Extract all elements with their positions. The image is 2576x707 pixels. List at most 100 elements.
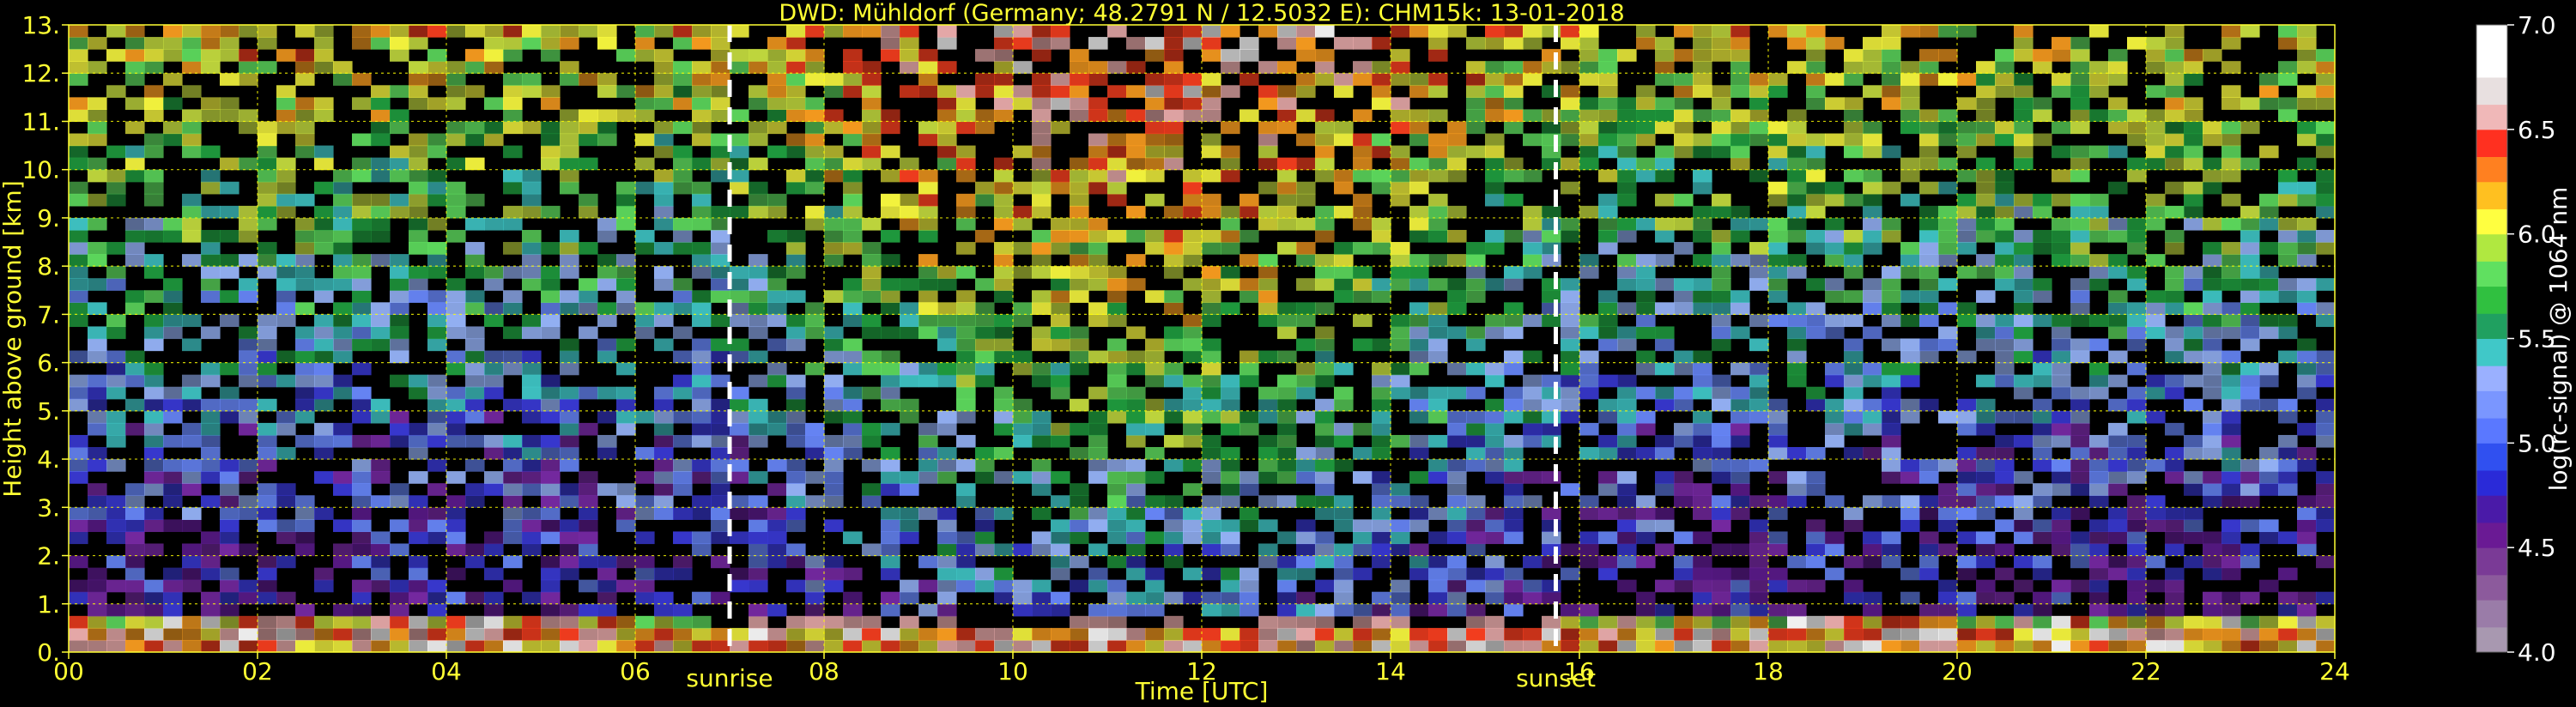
heatmap-cell <box>106 531 126 545</box>
heatmap-cell <box>446 73 466 86</box>
heatmap-cell <box>1957 314 1977 328</box>
heatmap-cell <box>503 639 523 652</box>
heatmap-cell <box>1485 181 1505 195</box>
heatmap-cell <box>239 507 258 520</box>
heatmap-cell <box>1221 519 1240 533</box>
heatmap-cell <box>1070 398 1089 412</box>
heatmap-cell <box>956 205 976 219</box>
heatmap-cell <box>749 374 768 388</box>
heatmap-cell <box>1617 157 1637 171</box>
heatmap-cell <box>1712 205 1731 219</box>
heatmap-cell <box>956 495 976 508</box>
heatmap-cell <box>1202 85 1221 98</box>
heatmap-cell <box>749 181 768 195</box>
heatmap-cell <box>1730 422 1750 436</box>
colorbar-segment <box>2476 76 2507 106</box>
heatmap-cell <box>673 434 693 448</box>
heatmap-cell <box>1183 507 1203 520</box>
heatmap-cell <box>1825 398 1845 412</box>
heatmap-cell <box>314 49 334 62</box>
heatmap-cell <box>1712 567 1731 581</box>
heatmap-cell <box>654 422 674 436</box>
heatmap-cell <box>2259 326 2279 340</box>
heatmap-cell <box>295 133 315 147</box>
heatmap-cell <box>918 374 938 388</box>
heatmap-cell <box>88 639 107 652</box>
heatmap-cell <box>560 37 579 50</box>
heatmap-cell <box>862 483 882 496</box>
heatmap-cell <box>1938 217 1958 231</box>
heatmap-cell <box>503 350 523 364</box>
heatmap-cell <box>862 615 882 629</box>
heatmap-cell <box>616 49 636 62</box>
heatmap-cell <box>2240 519 2260 533</box>
heatmap-cell <box>1466 507 1486 520</box>
heatmap-cell <box>1391 627 1410 641</box>
heatmap-cell <box>673 627 693 641</box>
heatmap-cell <box>352 579 372 593</box>
heatmap-cell <box>749 326 768 340</box>
heatmap-cell <box>843 410 863 424</box>
heatmap-cell <box>446 471 466 484</box>
heatmap-cell <box>352 495 372 508</box>
heatmap-cell <box>522 181 542 195</box>
heatmap-cell <box>2297 25 2317 38</box>
heatmap-cell <box>2297 591 2317 605</box>
heatmap-cell <box>2146 386 2166 400</box>
heatmap-cell <box>1315 507 1335 520</box>
heatmap-cell <box>1561 314 1580 328</box>
heatmap-cell <box>1693 61 1712 74</box>
heatmap-cell <box>182 217 202 231</box>
heatmap-cell <box>2089 229 2109 243</box>
heatmap-cell <box>1768 639 1788 652</box>
heatmap-cell <box>862 73 882 86</box>
heatmap-cell <box>503 37 523 50</box>
heatmap-cell <box>1391 121 1410 135</box>
heatmap-cell <box>106 49 126 62</box>
heatmap-cell <box>427 603 447 617</box>
heatmap-cell <box>1353 157 1373 171</box>
heatmap-cell <box>1202 543 1221 557</box>
heatmap-cell <box>2240 374 2260 388</box>
heatmap-cell <box>390 193 409 207</box>
heatmap-cell <box>1202 49 1221 62</box>
heatmap-cell <box>1655 157 1675 171</box>
heatmap-cell <box>579 73 598 86</box>
heatmap-cell <box>767 603 787 617</box>
heatmap-cell <box>371 338 391 352</box>
heatmap-cell <box>1466 519 1486 533</box>
heatmap-cell <box>1409 543 1429 557</box>
heatmap-cell <box>465 85 485 98</box>
heatmap-cell <box>144 49 164 62</box>
heatmap-cell <box>163 483 183 496</box>
heatmap-cell <box>1409 205 1429 219</box>
heatmap-cell <box>2033 434 2052 448</box>
heatmap-cell <box>541 567 561 581</box>
heatmap-cell <box>805 145 825 159</box>
heatmap-cell <box>1145 133 1165 147</box>
heatmap-cell <box>1466 567 1486 581</box>
heatmap-cell <box>918 205 938 219</box>
heatmap-cell <box>2146 459 2166 472</box>
heatmap-cell <box>1844 73 1864 86</box>
heatmap-cell <box>2221 254 2241 267</box>
heatmap-cell <box>843 242 863 255</box>
heatmap-cell <box>2070 639 2090 652</box>
heatmap-cell <box>2221 398 2241 412</box>
heatmap-cell <box>503 169 523 183</box>
heatmap-cell <box>805 25 825 38</box>
heatmap-cell <box>1277 567 1297 581</box>
heatmap-cell <box>1938 459 1958 472</box>
heatmap-cell <box>2052 73 2071 86</box>
heatmap-cell <box>786 133 806 147</box>
heatmap-cell <box>2146 217 2166 231</box>
heatmap-cell <box>1768 85 1788 98</box>
heatmap-cell <box>2089 278 2109 291</box>
heatmap-cell <box>1749 73 1769 86</box>
heatmap-cell <box>1126 639 1146 652</box>
heatmap-cell <box>503 242 523 255</box>
heatmap-cell <box>1107 639 1127 652</box>
colorbar-segment <box>2476 366 2507 391</box>
heatmap-cell <box>1617 495 1637 508</box>
heatmap-cell <box>597 615 617 629</box>
